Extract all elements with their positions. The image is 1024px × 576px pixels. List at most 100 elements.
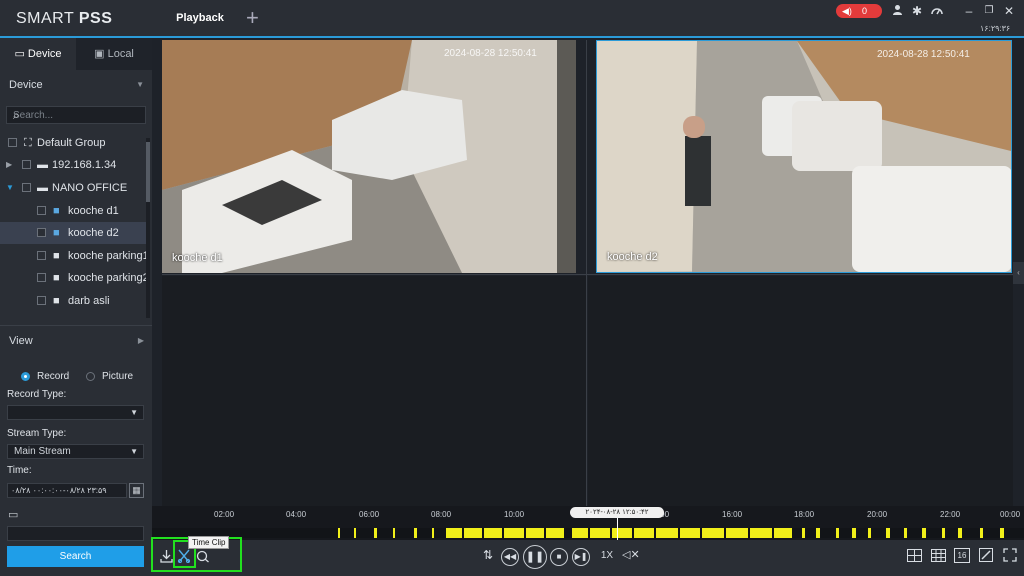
checkbox[interactable] bbox=[8, 138, 17, 147]
device-icon: ▭ bbox=[14, 48, 28, 60]
scroll-thumb[interactable] bbox=[146, 142, 150, 202]
tick-label: 08:00 bbox=[431, 510, 452, 519]
video-pane-1[interactable]: kooche d1 2024-08-28 12:50:41 bbox=[162, 40, 576, 273]
tree-scrollbar[interactable] bbox=[146, 138, 150, 318]
alarm-badge[interactable]: ◀) 0 bbox=[836, 4, 882, 18]
calendar-icon[interactable]: ▦ bbox=[129, 483, 144, 498]
edit-layout-icon[interactable] bbox=[978, 548, 994, 564]
camera-icon: ■ bbox=[53, 250, 60, 262]
camera-1-timestamp: 2024-08-28 12:50:41 bbox=[444, 48, 537, 59]
sync-play-icon[interactable]: ⇅ bbox=[480, 548, 496, 566]
video-pane-4[interactable] bbox=[588, 276, 1013, 506]
panel-collapse-handle[interactable]: ‹ bbox=[1013, 262, 1024, 284]
stop-button[interactable]: ■ bbox=[550, 548, 568, 566]
playback-control-bar: ⇅ ◀◀ ❚❚ ■ ▶❚ 1X ◁✕ 16 bbox=[152, 540, 1024, 576]
fullscreen-icon[interactable] bbox=[1002, 548, 1018, 564]
record-radio-label: Record bbox=[37, 371, 70, 382]
tree-item-ip-node[interactable]: ▶ ▬ 192.168.1.34 bbox=[0, 154, 146, 176]
tree-item-label: Default Group bbox=[37, 137, 106, 149]
minimize-icon[interactable]: – bbox=[962, 4, 976, 18]
layout-9-icon[interactable] bbox=[930, 549, 946, 563]
restore-icon[interactable]: ❐ bbox=[982, 4, 996, 18]
gear-icon[interactable]: ✱ bbox=[910, 4, 924, 18]
search-button[interactable]: Search bbox=[7, 546, 144, 567]
checkbox[interactable] bbox=[37, 206, 46, 215]
tree-item-label: kooche d1 bbox=[68, 205, 119, 217]
checkbox[interactable] bbox=[22, 183, 31, 192]
close-icon[interactable]: ✕ bbox=[1002, 4, 1016, 18]
grid-divider-vertical bbox=[586, 40, 587, 506]
layout-16-button[interactable]: 16 bbox=[954, 548, 970, 563]
nvr-icon: ▬ bbox=[37, 159, 48, 171]
camera-icon: ■ bbox=[53, 205, 60, 217]
picture-radio[interactable] bbox=[86, 372, 95, 381]
brand-light: SMART bbox=[16, 10, 79, 27]
next-frame-button[interactable]: ▶❚ bbox=[572, 548, 590, 566]
layout-4-icon[interactable] bbox=[906, 549, 922, 563]
tab-local-label: Local bbox=[107, 48, 134, 60]
device-section-header[interactable]: Device ▼ bbox=[0, 72, 152, 98]
tree-item-default-group[interactable]: ⛶ Default Group bbox=[0, 132, 146, 154]
top-bar: SMART PSS Playback + ◀) 0 ✱ – ❐ ✕ ۱۶:۲۹:… bbox=[0, 0, 1024, 38]
sidebar: ▭ Device ▣ Local Device ▼ Search... ⌕ ⛶ … bbox=[0, 38, 152, 576]
record-type-label: Record Type: bbox=[7, 389, 67, 400]
stream-type-label: Stream Type: bbox=[7, 428, 67, 439]
card-number-input[interactable] bbox=[7, 526, 144, 541]
app-logo: SMART PSS bbox=[16, 10, 112, 28]
checkbox[interactable] bbox=[37, 296, 46, 305]
tick-label: 02:00 bbox=[214, 510, 235, 519]
speaker-icon: ◀) bbox=[842, 6, 852, 16]
tree-item-label: darb asli bbox=[68, 295, 110, 307]
tab-playback[interactable]: Playback bbox=[168, 0, 232, 38]
collapse-arrow-icon[interactable]: ▼ bbox=[6, 177, 14, 199]
tab-local[interactable]: ▣ Local bbox=[76, 38, 152, 70]
stream-type-select[interactable]: Main Stream ▼ bbox=[7, 444, 144, 459]
recording-track[interactable] bbox=[152, 528, 1024, 538]
monitor-icon: ▣ bbox=[94, 48, 108, 60]
org-tree-icon: ⛶ bbox=[24, 137, 32, 149]
record-radio[interactable] bbox=[21, 372, 30, 381]
user-icon[interactable] bbox=[890, 4, 904, 18]
timeline-playhead[interactable] bbox=[617, 518, 618, 540]
rewind-button[interactable]: ◀◀ bbox=[501, 548, 519, 566]
tab-device-label: Device bbox=[27, 48, 62, 60]
time-range-field[interactable]: ۰۸/۲۸ ۰۰:۰۰:۰۰-۰۸/۲۸ ۲۳:۵۹ bbox=[7, 483, 127, 498]
add-tab-button[interactable]: + bbox=[246, 6, 259, 30]
tooltip: Time Clip bbox=[188, 536, 230, 549]
tree-item-label: NANO OFFICE bbox=[52, 182, 128, 194]
record-type-select[interactable]: ▼ bbox=[7, 405, 144, 420]
tick-label: 18:00 bbox=[794, 510, 815, 519]
checkbox[interactable] bbox=[22, 160, 31, 169]
checkbox[interactable] bbox=[37, 228, 46, 237]
chevron-right-icon: ▶ bbox=[137, 336, 144, 345]
performance-gauge-icon[interactable] bbox=[930, 4, 944, 18]
camera-icon: ■ bbox=[53, 295, 60, 307]
picture-radio-label: Picture bbox=[102, 371, 134, 382]
camera-2-frame bbox=[597, 41, 1011, 272]
tree-item-channel[interactable]: ■ darb asli bbox=[0, 290, 146, 312]
view-section-header[interactable]: View ▶ bbox=[0, 328, 152, 354]
tree-item-channel[interactable]: ■ kooche parking1 bbox=[0, 245, 149, 267]
tick-label: 20:00 bbox=[867, 510, 888, 519]
card-icon[interactable]: ▭ bbox=[8, 508, 18, 521]
video-pane-3[interactable] bbox=[162, 276, 586, 506]
tree-item-nano-office[interactable]: ▼ ▬ NANO OFFICE bbox=[0, 177, 146, 199]
video-pane-2[interactable]: kooche d2 2024-08-28 12:50:41 bbox=[596, 40, 1012, 273]
camera-1-label: kooche d1 bbox=[172, 252, 223, 264]
mute-icon[interactable]: ◁✕ bbox=[622, 548, 640, 566]
device-section-label: Device bbox=[9, 79, 43, 91]
playback-speed[interactable]: 1X bbox=[598, 550, 616, 564]
tree-item-channel[interactable]: ■ kooche parking2 bbox=[0, 267, 149, 289]
view-section-label: View bbox=[9, 335, 33, 347]
tick-label: 10:00 bbox=[504, 510, 525, 519]
device-search-input[interactable]: Search... ⌕ bbox=[6, 106, 146, 124]
expand-arrow-icon[interactable]: ▶ bbox=[6, 154, 12, 176]
dropdown-arrow-icon: ▼ bbox=[130, 408, 138, 417]
pause-button[interactable]: ❚❚ bbox=[523, 545, 547, 569]
tab-device[interactable]: ▭ Device bbox=[0, 38, 76, 70]
tree-item-channel[interactable]: ■ kooche d1 bbox=[0, 200, 146, 222]
tree-item-channel-selected[interactable]: ■ kooche d2 bbox=[0, 222, 146, 244]
search-icon[interactable]: ⌕ bbox=[13, 108, 140, 123]
checkbox[interactable] bbox=[37, 273, 46, 282]
checkbox[interactable] bbox=[37, 251, 46, 260]
